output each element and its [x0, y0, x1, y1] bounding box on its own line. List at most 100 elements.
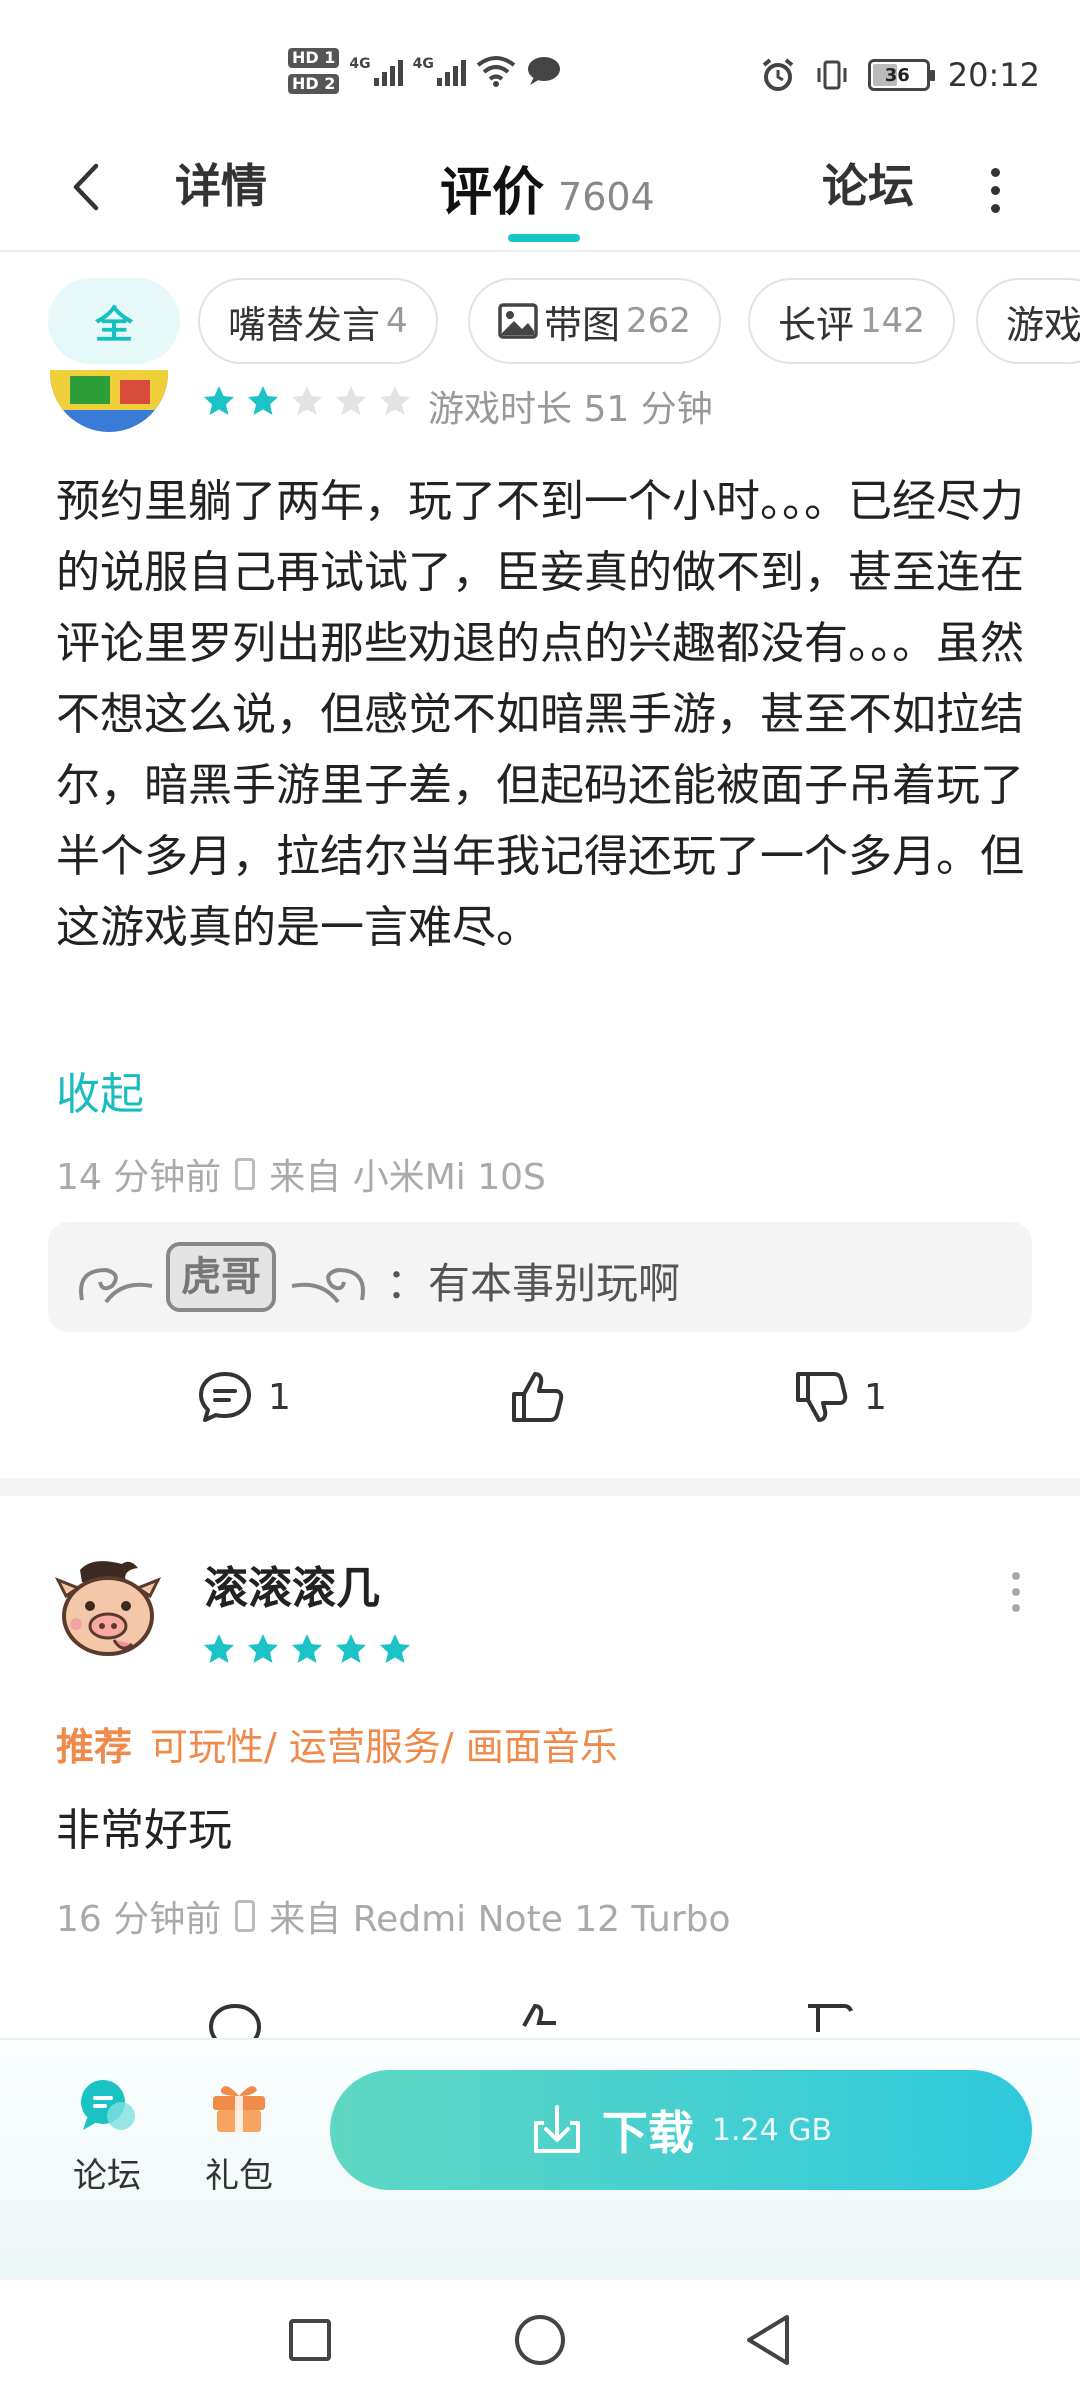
top-nav: 详情 评价 7604 论坛 [0, 130, 1080, 252]
star-filled-icon [292, 1634, 322, 1663]
chip-count: 4 [386, 301, 408, 341]
clock: 20:12 [947, 56, 1040, 94]
avatar[interactable] [50, 370, 168, 432]
system-back-button[interactable] [738, 2310, 798, 2370]
download-icon [533, 2105, 580, 2153]
section-divider [0, 1478, 1080, 1496]
back-button[interactable] [60, 152, 110, 222]
chip-label: 嘴替发言 [228, 302, 381, 347]
dislike-button[interactable]: 1 [792, 1368, 887, 1426]
triangle-back-icon [747, 2315, 789, 2365]
star-empty-icon [292, 386, 322, 415]
reply-preview[interactable]: 虎哥 ：有本事别玩啊 [48, 1222, 1032, 1332]
network-type-2: 4G [412, 56, 434, 72]
download-size: 1.24 GB [711, 2112, 833, 2148]
dislike-count: 1 [864, 1376, 887, 1418]
tab-review-label: 评价 [440, 163, 545, 223]
active-tab-indicator [508, 234, 580, 242]
chip-all-label: 全 [94, 302, 133, 347]
hd-indicators: HD 1 HD 2 [288, 48, 340, 94]
hd1-indicator: HD 1 [288, 48, 340, 68]
chip-label: 长评 [778, 302, 855, 347]
tab-detail[interactable]: 详情 [175, 150, 267, 216]
star-filled-icon [380, 1634, 410, 1663]
review-text: 非常好玩 [56, 1805, 232, 1856]
chip-game[interactable]: 游戏 [976, 278, 1080, 364]
review-actions: 1 1 [0, 1368, 1080, 1448]
reply-badge-name: 虎哥 [181, 1254, 261, 1300]
username[interactable]: 滚滚滚几 [204, 1552, 380, 1616]
status-left: HD 1 HD 2 4G 4G [288, 48, 562, 94]
signal-icon: 4G [349, 56, 403, 86]
thumbs-up-icon [512, 1372, 564, 1422]
download-label: 下载 [601, 2106, 694, 2160]
recents-button[interactable] [280, 2310, 340, 2370]
review-meta: 14 分钟前 来自 小米Mi 10S [56, 1148, 546, 1200]
filter-chips: 全 嘴替发言 4 带图 262 长评 142 游戏 [0, 252, 1080, 382]
tab-review[interactable]: 评价 7604 [440, 150, 655, 225]
star-filled-icon [336, 1634, 366, 1663]
star-rating [202, 1632, 412, 1666]
star-empty-icon [380, 386, 410, 415]
like-button[interactable] [508, 1368, 566, 1426]
gift-label: 礼包 [205, 2156, 273, 2196]
review-count: 7604 [558, 175, 655, 219]
reply-badge: 虎哥 [79, 1242, 365, 1312]
forum-label: 论坛 [73, 2156, 141, 2196]
square-icon [289, 2319, 331, 2361]
battery-level: 36 [884, 64, 910, 86]
chip-label: 带图 [544, 302, 621, 347]
chip-spokesperson[interactable]: 嘴替发言 4 [198, 278, 438, 364]
wifi-icon [476, 56, 516, 87]
star-filled-icon [248, 1634, 278, 1663]
star-filled-icon [204, 386, 234, 415]
download-button[interactable]: 下载 1.24 GB [330, 2070, 1032, 2190]
chip-count: 142 [860, 301, 925, 341]
network-type-1: 4G [349, 56, 371, 72]
play-time: 游戏时长 51 分钟 [428, 389, 713, 430]
gift-button[interactable]: 礼包 [194, 2078, 284, 2197]
review-device: 来自 小米Mi 10S [269, 1157, 546, 1198]
chip-with-image[interactable]: 带图 262 [468, 278, 721, 364]
tab-forum[interactable]: 论坛 [822, 150, 914, 216]
reply-text: ：有本事别玩啊 [386, 1259, 681, 1308]
more-menu-button[interactable] [980, 160, 1010, 220]
comment-button[interactable]: 1 [196, 1368, 291, 1426]
review-text: 预约里躺了两年，玩了不到一个小时。。。已经尽力的说服自己再试试了，臣妾真的做不到… [56, 476, 1024, 953]
hd2-indicator: HD 2 [288, 74, 340, 94]
review-time: 14 分钟前 [56, 1157, 222, 1198]
image-icon [498, 303, 538, 339]
home-button[interactable] [510, 2310, 570, 2370]
review-more-button[interactable] [1012, 1572, 1020, 1612]
battery-icon: 36 [867, 59, 935, 91]
signal-icon-2: 4G [413, 56, 466, 86]
circle-icon [515, 2315, 565, 2365]
alarm-icon [762, 58, 794, 91]
recommend-tag-list: 可玩性/ 运营服务/ 画面音乐 [150, 1725, 618, 1769]
avatar[interactable] [52, 1556, 162, 1666]
star-filled-icon [204, 1634, 234, 1663]
star-filled-icon [248, 386, 278, 415]
review-device: 来自 Redmi Note 12 Turbo [269, 1899, 731, 1940]
chevron-left-icon [73, 163, 99, 211]
recommend-label: 推荐 [56, 1725, 133, 1769]
forum-icon [81, 2080, 135, 2130]
chip-count: 262 [626, 301, 691, 341]
recommend-tags: 推荐 可玩性/ 运营服务/ 画面音乐 [56, 1716, 618, 1771]
system-nav-bar [0, 2280, 1080, 2400]
collapse-link[interactable]: 收起 [56, 1058, 144, 1122]
chip-all[interactable]: 全 [48, 278, 180, 364]
thumbs-down-icon [796, 1372, 848, 1422]
comment-count: 1 [268, 1376, 291, 1418]
forum-button[interactable]: 论坛 [62, 2078, 152, 2197]
comment-icon [199, 1372, 251, 1422]
chip-long-review[interactable]: 长评 142 [748, 278, 955, 364]
review-meta: 16 分钟前 来自 Redmi Note 12 Turbo [56, 1890, 731, 1942]
phone-icon [235, 1900, 256, 1932]
star-rating [202, 384, 412, 418]
chip-label: 游戏 [1006, 302, 1080, 347]
status-right: 36 20:12 [760, 56, 1040, 94]
status-bar: HD 1 HD 2 4G 4G 36 20:12 [0, 0, 1080, 130]
phone-icon [235, 1158, 256, 1190]
review-time: 16 分钟前 [56, 1899, 222, 1940]
